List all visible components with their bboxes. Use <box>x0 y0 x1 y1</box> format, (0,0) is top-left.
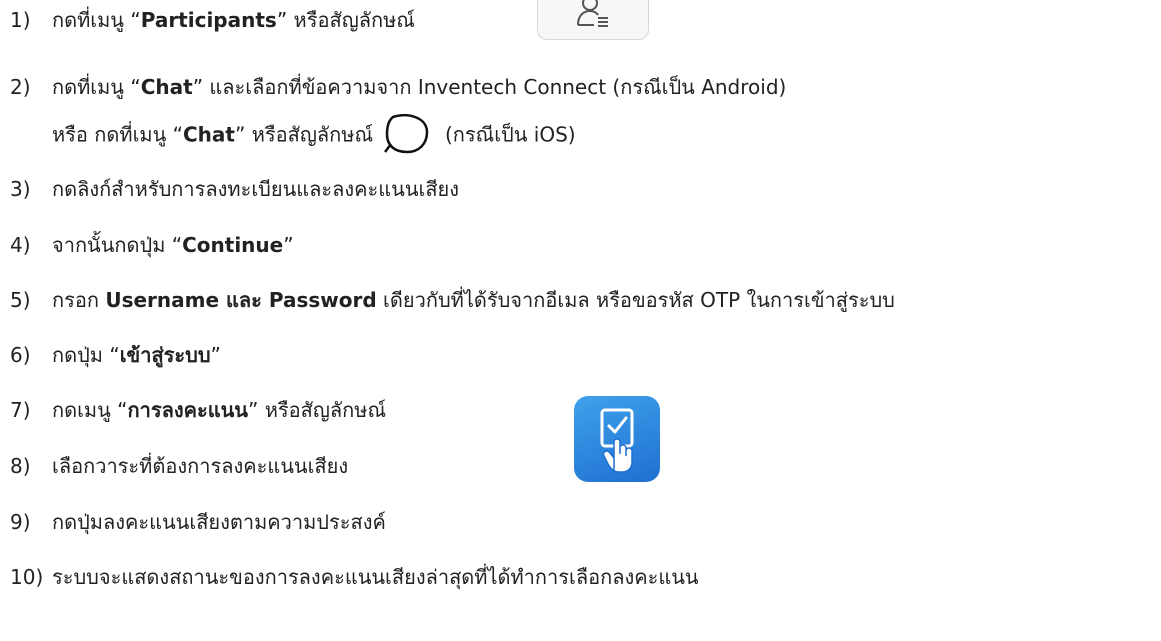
username-label: Username และ <box>105 288 262 312</box>
step-text-post: ” หรือสัญลักษณ์ <box>247 398 386 422</box>
menu-name-voting: การลงคะแนน <box>127 398 248 422</box>
step-text-pre: กดที่เมนู “ <box>52 8 141 32</box>
step-text-post: ” และเลือกที่ข้อความจาก Inventech Connec… <box>192 75 787 99</box>
step-3: 3) กดลิงก์สำหรับการลงทะเบียนและลงคะแนนเสี… <box>10 171 459 207</box>
step-text-pre: หรือ กดที่เมนู “ <box>52 122 183 147</box>
step-text: ระบบจะแสดงสถานะของการลงคะแนนเสียงล่าสุดท… <box>52 565 699 589</box>
step-number: 6) <box>10 343 31 367</box>
step-number: 1) <box>10 8 31 32</box>
step-2: 2) กดที่เมนู “Chat” และเลือกที่ข้อความจาก… <box>10 69 786 105</box>
step-text-pre: กดปุ่ม “ <box>52 343 120 367</box>
step-6: 6) กดปุ่ม “เข้าสู่ระบบ” <box>10 337 221 373</box>
step-8: 8) เลือกวาระที่ต้องการลงคะแนนเสียง <box>10 448 348 484</box>
step-text-post: ” หรือสัญลักษณ์ <box>276 8 415 32</box>
step-number: 7) <box>10 398 31 422</box>
step-4: 4) จากนั้นกดปุ่ม “Continue” <box>10 227 294 263</box>
step-text-post: ” <box>283 233 294 257</box>
step-number: 3) <box>10 177 31 201</box>
button-name-continue: Continue <box>182 233 284 257</box>
password-label: Password <box>261 288 377 312</box>
chat-bubble-icon <box>379 114 439 154</box>
step-text-pre: กดที่เมนู “ <box>52 75 141 99</box>
step-text-pre: จากนั้นกดปุ่ม “ <box>52 233 183 257</box>
step-number: 8) <box>10 454 31 478</box>
step-number: 10) <box>10 565 44 589</box>
step-number: 9) <box>10 510 31 534</box>
menu-name-participants: Participants <box>140 8 277 32</box>
button-name-login: เข้าสู่ระบบ <box>119 343 211 367</box>
vote-hand-icon <box>574 396 660 482</box>
step-text-pre: กดเมนู “ <box>52 398 128 422</box>
step-text-post: เดียวกับที่ได้รับจากอีเมล หรือขอรหัส OTP… <box>376 288 895 312</box>
step-number: 4) <box>10 233 31 257</box>
step-text: เลือกวาระที่ต้องการลงคะแนนเสียง <box>52 454 349 478</box>
menu-name-chat: Chat <box>183 122 235 147</box>
participants-icon <box>537 0 649 40</box>
step-10: 10) ระบบจะแสดงสถานะของการลงคะแนนเสียงล่าส… <box>10 559 699 595</box>
step-7: 7) กดเมนู “การลงคะแนน” หรือสัญลักษณ์ <box>10 392 386 428</box>
step-number: 2) <box>10 75 31 99</box>
step-1: 1) กดที่เมนู “Participants” หรือสัญลักษณ์ <box>10 2 415 38</box>
step-text-post: ” <box>210 343 221 367</box>
step-text-mid: ” หรือสัญลักษณ์ <box>234 122 373 147</box>
step-text: กดปุ่มลงคะแนนเสียงตามความประสงค์ <box>52 510 386 534</box>
step-5: 5) กรอก Username และ Password เดียวกับที่… <box>10 282 895 318</box>
menu-name-chat: Chat <box>140 75 193 99</box>
step-number: 5) <box>10 288 31 312</box>
step-2-continued: หรือ กดที่เมนู “Chat” หรือสัญลักษณ์ (กรณี… <box>52 114 576 154</box>
step-text: กดลิงก์สำหรับการลงทะเบียนและลงคะแนนเสียง <box>52 177 460 201</box>
step-9: 9) กดปุ่มลงคะแนนเสียงตามความประสงค์ <box>10 504 386 540</box>
step-text-pre: กรอก <box>52 288 106 312</box>
step-text-post: (กรณีเป็น iOS) <box>445 122 576 147</box>
